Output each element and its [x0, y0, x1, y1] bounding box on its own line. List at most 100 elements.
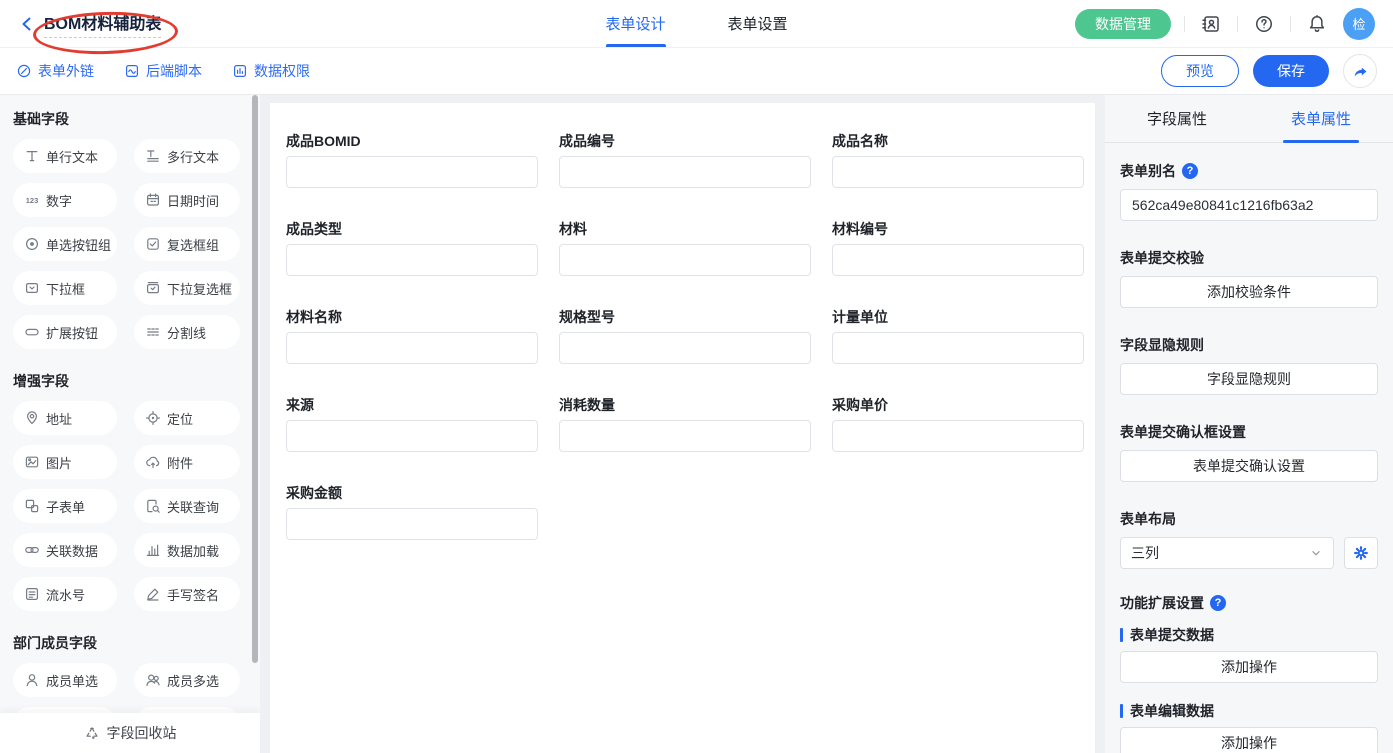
add-validation-button[interactable]: 添加校验条件 [1120, 276, 1378, 308]
canvas-field[interactable]: 采购金额 [286, 483, 538, 540]
extension-help-icon[interactable]: ? [1210, 595, 1226, 611]
tab-form-design[interactable]: 表单设计 [605, 0, 665, 47]
help-icon[interactable] [1251, 11, 1277, 37]
data-manage-button[interactable]: 数据管理 [1075, 9, 1171, 39]
canvas-field[interactable]: 材料 [559, 219, 811, 276]
field-type-checkbox-group[interactable]: 复选框组 [134, 227, 240, 261]
notification-bell-icon[interactable] [1304, 11, 1330, 37]
preview-button[interactable]: 预览 [1161, 55, 1239, 87]
field-input[interactable] [286, 332, 538, 364]
toolbar-link-external-link[interactable]: 表单外链 [16, 61, 94, 81]
serial-number-icon [24, 586, 40, 602]
field-type-signature[interactable]: 手写签名 [134, 577, 240, 611]
field-type-extend-button[interactable]: 扩展按钮 [13, 315, 117, 349]
field-type-radio-group[interactable]: 单选按钮组 [13, 227, 117, 261]
field-recycle-bin[interactable]: 字段回收站 [0, 713, 260, 753]
field-input[interactable] [832, 244, 1084, 276]
edit-data-add-button[interactable]: 添加操作 [1120, 727, 1378, 753]
field-type-linked-query[interactable]: 关联查询 [134, 489, 240, 523]
field-input[interactable] [832, 420, 1084, 452]
tab-form-settings[interactable]: 表单设置 [728, 0, 788, 47]
field-type-subform[interactable]: 子表单 [13, 489, 117, 523]
field-type-text-single[interactable]: 单行文本 [13, 139, 117, 173]
canvas-field[interactable]: 采购单价 [832, 395, 1084, 452]
canvas-field[interactable]: 材料名称 [286, 307, 538, 364]
tab-form-properties[interactable]: 表单属性 [1249, 95, 1393, 142]
field-input[interactable] [559, 156, 811, 188]
field-input[interactable] [286, 420, 538, 452]
field-input[interactable] [559, 244, 811, 276]
form-canvas[interactable]: 成品BOMID 成品编号 成品名称成品类型材料材料编号材料名称规格型号计量单位来源 消… [270, 103, 1095, 753]
canvas-field[interactable]: 成品BOMID [286, 131, 538, 188]
canvas-field[interactable]: 来源 [286, 395, 538, 452]
tab-field-properties[interactable]: 字段属性 [1105, 95, 1249, 142]
address-icon [24, 410, 40, 426]
toolbar-link-script[interactable]: 后端脚本 [124, 61, 202, 81]
field-type-address[interactable]: 地址 [13, 401, 117, 435]
field-input[interactable] [286, 244, 538, 276]
canvas-field[interactable]: 消耗数量 [559, 395, 811, 452]
image-icon [24, 454, 40, 470]
submit-data-add-button[interactable]: 添加操作 [1120, 651, 1378, 683]
field-type-image[interactable]: 图片 [13, 445, 117, 479]
layout-settings-gear-icon[interactable] [1344, 537, 1378, 569]
field-type-divider-line[interactable]: 分割线 [134, 315, 240, 349]
field-type-dropdown-multi[interactable]: 下拉复选框 [134, 271, 240, 305]
field-type-member-multi[interactable]: 成员多选 [134, 663, 240, 697]
field-type-attachment[interactable]: 附件 [134, 445, 240, 479]
dropdown-icon [24, 280, 40, 296]
recycle-bin-label: 字段回收站 [107, 723, 177, 743]
submit-confirm-button[interactable]: 表单提交确认设置 [1120, 450, 1378, 482]
linked-data-icon [24, 542, 40, 558]
field-type-datetime[interactable]: 日期时间 [134, 183, 240, 217]
sidebar-scrollbar[interactable] [252, 95, 258, 663]
form-alias-input[interactable]: 562ca49e80841c1216fb63a2 [1120, 189, 1378, 221]
header-tabs: 表单设计 表单设置 [574, 0, 818, 47]
canvas-field[interactable]: 规格型号 [559, 307, 811, 364]
edit-data-label: 表单编辑数据 [1120, 701, 1378, 721]
field-type-data-load[interactable]: 数据加载 [134, 533, 240, 567]
canvas-field[interactable]: 计量单位 [832, 307, 1084, 364]
chevron-down-icon [1309, 546, 1323, 560]
toolbar-link-data-permission[interactable]: 数据权限 [232, 61, 310, 81]
field-visibility-button[interactable]: 字段显隐规则 [1120, 363, 1378, 395]
canvas-field[interactable]: 材料编号 [832, 219, 1084, 276]
back-icon[interactable] [18, 15, 36, 33]
field-label: 成品名称 [832, 131, 1084, 151]
field-type-number[interactable]: 123数字 [13, 183, 117, 217]
field-input[interactable] [559, 332, 811, 364]
field-input[interactable] [832, 332, 1084, 364]
field-type-member-single[interactable]: 成员单选 [13, 663, 117, 697]
divider [1184, 16, 1185, 32]
field-input[interactable] [559, 420, 811, 452]
canvas-field[interactable]: 成品编号 [559, 131, 811, 188]
properties-panel: 字段属性 表单属性 表单别名 ? 562ca49e80841c1216fb63a… [1105, 95, 1393, 753]
field-type-dropdown[interactable]: 下拉框 [13, 271, 117, 305]
alias-help-icon[interactable]: ? [1182, 163, 1198, 179]
address-book-icon[interactable] [1198, 11, 1224, 37]
attachment-icon [145, 454, 161, 470]
text-single-icon [24, 148, 40, 164]
save-button[interactable]: 保存 [1253, 55, 1329, 87]
field-type-serial-number[interactable]: 流水号 [13, 577, 117, 611]
avatar[interactable]: 检 [1343, 8, 1375, 40]
canvas-field[interactable]: 成品类型 [286, 219, 538, 276]
member-multi-icon [145, 672, 161, 688]
field-input[interactable] [286, 156, 538, 188]
signature-icon [145, 586, 161, 602]
canvas-field[interactable]: 成品名称 [832, 131, 1084, 188]
field-type-linked-data[interactable]: 关联数据 [13, 533, 117, 567]
field-label: 采购金额 [286, 483, 538, 503]
form-title[interactable]: BOM材料辅助表 [44, 10, 161, 38]
field-input[interactable] [832, 156, 1084, 188]
field-type-location[interactable]: 定位 [134, 401, 240, 435]
sidebar-section: 基础字段单行文本多行文本123数字日期时间单选按钮组复选框组下拉框下拉复选框扩展… [0, 109, 260, 349]
form-layout-select[interactable]: 三列 [1120, 537, 1334, 569]
share-button[interactable] [1343, 54, 1377, 88]
form-layout-label: 表单布局 [1120, 509, 1378, 529]
data-permission-icon [232, 63, 248, 79]
field-type-text-multi[interactable]: 多行文本 [134, 139, 240, 173]
script-icon [124, 63, 140, 79]
field-input[interactable] [286, 508, 538, 540]
field-label: 消耗数量 [559, 395, 811, 415]
